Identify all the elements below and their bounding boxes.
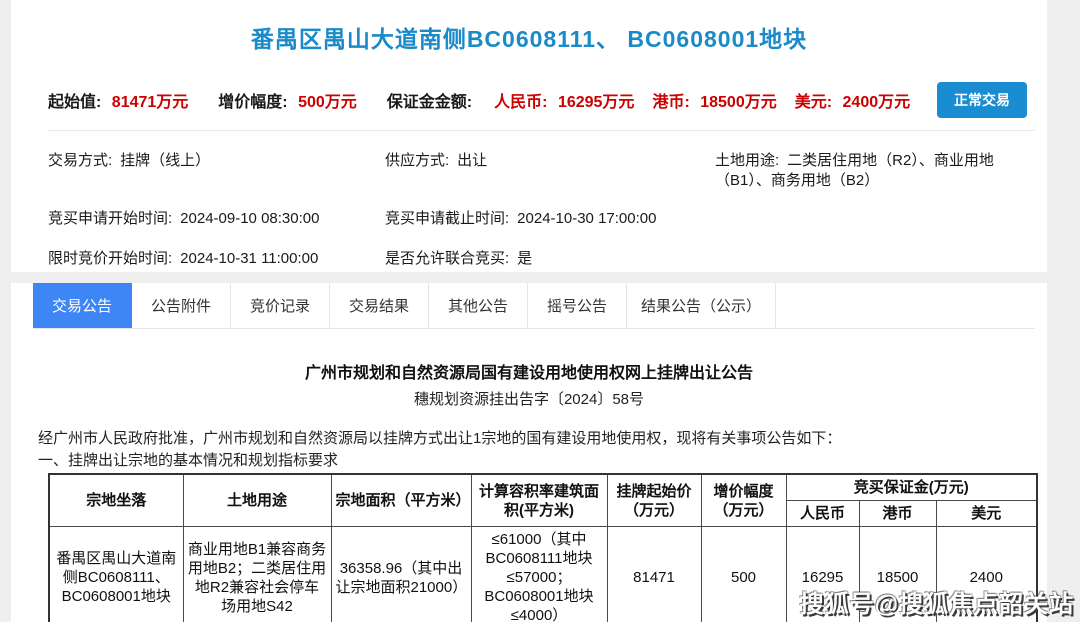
deposit-label: 保证金金额: <box>387 94 472 111</box>
table-header-row-1: 宗地坐落 土地用途 宗地面积（平方米） 计算容积率建筑面积(平方米) 挂牌起始价… <box>49 474 1037 501</box>
deal-method-label: 交易方式: <box>48 152 112 169</box>
tab-lottery-notice[interactable]: 摇号公告 <box>528 283 627 328</box>
land-use-label: 土地用途: <box>715 152 779 169</box>
start-value: 起始值: 81471万元 <box>48 88 188 112</box>
price-summary-bar: 起始值: 81471万元 增价幅度: 500万元 保证金金额: 人民币: 162… <box>48 82 1027 118</box>
apply-start-label: 竞买申请开始时间: <box>48 210 172 227</box>
deposit: 保证金金额: <box>387 88 478 112</box>
header-location: 宗地坐落 <box>49 474 183 527</box>
increment: 增价幅度: 500万元 <box>218 88 357 112</box>
joint-bid-value: 是 <box>517 250 532 267</box>
sohu-watermark: 搜狐号@搜狐焦点韶关站 <box>800 584 1074 619</box>
header-deposit-group: 竞买保证金(万元) <box>786 474 1037 501</box>
deal-method: 交易方式: 挂牌（线上） <box>48 151 385 191</box>
apply-end-label: 竞买申请截止时间: <box>385 210 509 227</box>
land-use: 土地用途:二类居住用地（R2）、商业用地（B1）、商务用地（B2） <box>715 151 1017 191</box>
tab-bar: 交易公告 公告附件 竞价记录 交易结果 其他公告 摇号公告 结果公告（公示） <box>33 283 1035 329</box>
page-title: 番禺区禺山大道南侧BC0608111、 BC0608001地块 <box>11 0 1047 54</box>
deal-method-value: 挂牌（线上） <box>120 152 210 169</box>
tab-result-notice[interactable]: 结果公告（公示） <box>627 283 776 328</box>
announcement-title: 广州市规划和自然资源局国有建设用地使用权网上挂牌出让公告 <box>11 359 1047 383</box>
deposit-usd-amount: 2400万元 <box>843 94 911 111</box>
deposit-cny-amount: 16295万元 <box>558 94 635 111</box>
supply-method-value: 出让 <box>457 152 487 169</box>
tab-notice-attachments[interactable]: 公告附件 <box>132 283 231 328</box>
bid-start-value: 2024-10-31 11:00:00 <box>180 250 318 267</box>
listing-details: 交易方式: 挂牌（线上） 供应方式: 出让 土地用途:二类居住用地（R2）、商业用地… <box>48 151 1017 269</box>
details-row-2: 竞买申请开始时间: 2024-09-10 08:30:00 竞买申请截止时间: 20… <box>48 209 1017 229</box>
timed-bidding-start: 限时竞价开始时间: 2024-10-31 11:00:00 <box>48 249 385 269</box>
header-increment: 增价幅度（万元） <box>701 474 786 527</box>
cell-area: 36358.96（其中出让宗地面积21000） <box>331 527 471 622</box>
deposit-cny-label: 人民币: <box>494 94 547 111</box>
cell-increment: 500 <box>701 527 786 622</box>
details-row-3: 限时竞价开始时间: 2024-10-31 11:00:00 是否允许联合竞买: 是 <box>48 249 1017 269</box>
listing-header-card: 番禺区禺山大道南侧BC0608111、 BC0608001地块 起始值: 814… <box>11 0 1047 272</box>
tab-transaction-notice[interactable]: 交易公告 <box>33 283 132 328</box>
header-land-use: 土地用途 <box>183 474 331 527</box>
increment-label: 增价幅度: <box>218 94 287 111</box>
announcement-doc-number: 穗规划资源挂出告字〔2024〕58号 <box>11 388 1047 409</box>
supply-method-label: 供应方式: <box>385 152 449 169</box>
start-value-label: 起始值: <box>48 94 101 111</box>
tab-other-notices[interactable]: 其他公告 <box>429 283 528 328</box>
joint-bid-label: 是否允许联合竞买: <box>385 250 509 267</box>
header-deposit-usd: 美元 <box>936 501 1037 527</box>
deposit-usd: 美元: 2400万元 <box>795 88 910 112</box>
joint-bid-allowed: 是否允许联合竞买: 是 <box>385 249 715 269</box>
divider <box>48 130 1035 131</box>
deposit-hkd-label: 港币: <box>652 94 689 111</box>
tab-transaction-results[interactable]: 交易结果 <box>330 283 429 328</box>
announcement-section-heading: 一、挂牌出让宗地的基本情况和规划指标要求 <box>38 451 1019 470</box>
header-floor-area: 计算容积率建筑面积(平方米) <box>471 474 607 527</box>
announcement-card: 交易公告 公告附件 竞价记录 交易结果 其他公告 摇号公告 结果公告（公示） 广… <box>11 283 1047 622</box>
cell-land-use: 商业用地B1兼容商务用地B2；二类居住用地R2兼容社会停车场用地S42 <box>183 527 331 622</box>
tab-bidding-records[interactable]: 竞价记录 <box>231 283 330 328</box>
deposit-cny: 人民币: 16295万元 <box>494 88 634 112</box>
apply-start-value: 2024-09-10 08:30:00 <box>180 210 319 227</box>
header-deposit-hkd: 港币 <box>859 501 936 527</box>
normal-trade-status-button[interactable]: 正常交易 <box>937 82 1027 118</box>
details-row-1: 交易方式: 挂牌（线上） 供应方式: 出让 土地用途:二类居住用地（R2）、商业用地… <box>48 151 1017 191</box>
apply-end-time: 竞买申请截止时间: 2024-10-30 17:00:00 <box>385 209 715 229</box>
start-value-amount: 81471万元 <box>112 94 189 111</box>
bid-start-label: 限时竞价开始时间: <box>48 250 172 267</box>
apply-end-value: 2024-10-30 17:00:00 <box>517 210 656 227</box>
header-area: 宗地面积（平方米） <box>331 474 471 527</box>
cell-location: 番禺区禺山大道南侧BC0608111、BC0608001地块 <box>49 527 183 622</box>
apply-start-time: 竞买申请开始时间: 2024-09-10 08:30:00 <box>48 209 385 229</box>
cell-floor-area: ≤61000（其中BC0608111地块≤57000；BC0608001地块≤4… <box>471 527 607 622</box>
header-start-price: 挂牌起始价（万元） <box>607 474 701 527</box>
increment-amount: 500万元 <box>298 94 357 111</box>
header-deposit-cny: 人民币 <box>786 501 859 527</box>
supply-method: 供应方式: 出让 <box>385 151 715 191</box>
announcement-intro: 经广州市人民政府批准，广州市规划和自然资源局以挂牌方式出让1宗地的国有建设用地使… <box>38 429 1019 448</box>
deposit-hkd: 港币: 18500万元 <box>652 88 776 112</box>
cell-start-price: 81471 <box>607 527 701 622</box>
deposit-hkd-amount: 18500万元 <box>700 94 777 111</box>
deposit-usd-label: 美元: <box>795 94 832 111</box>
